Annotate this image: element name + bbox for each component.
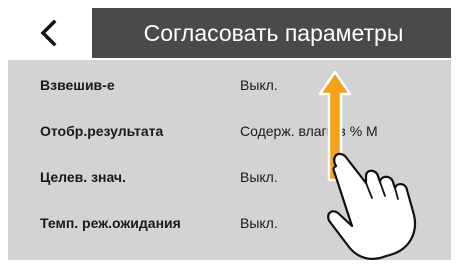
setting-label: Взвешив-е (40, 77, 115, 93)
setting-row-result-display[interactable]: Отобр.результата Содерж. влаги в % М (8, 110, 451, 154)
settings-screen: Согласовать параметры Взвешив-е Выкл. От… (0, 0, 458, 264)
setting-value: Содерж. влаги в % М (240, 123, 378, 139)
setting-label: Темп. реж.ожидания (40, 215, 181, 231)
setting-value: Выкл. (240, 77, 278, 93)
setting-label: Отобр.результата (40, 123, 164, 139)
setting-row-target-value[interactable]: Целев. знач. Выкл. (8, 156, 451, 200)
back-button[interactable] (8, 8, 92, 58)
setting-value: Выкл. (240, 215, 278, 231)
header-bar: Согласовать параметры (8, 8, 451, 58)
settings-list[interactable]: Взвешив-е Выкл. Отобр.результата Содерж.… (8, 60, 451, 260)
setting-row-weighing[interactable]: Взвешив-е Выкл. (8, 64, 451, 108)
setting-row-standby-temp[interactable]: Темп. реж.ожидания Выкл. (8, 202, 451, 246)
setting-value: Выкл. (240, 169, 278, 185)
chevron-left-icon (40, 20, 57, 46)
page-title: Согласовать параметры (143, 20, 404, 46)
setting-label: Целев. знач. (40, 169, 126, 185)
